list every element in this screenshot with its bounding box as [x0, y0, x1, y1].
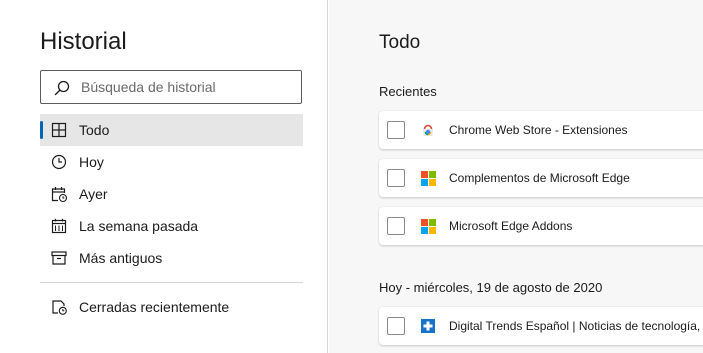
- history-entry[interactable]: Complementos de Microsoft Edge: [379, 159, 703, 197]
- sidebar-item-cerradas-recientemente[interactable]: Cerradas recientemente: [40, 291, 303, 323]
- entry-title: Microsoft Edge Addons: [449, 219, 573, 233]
- entry-checkbox[interactable]: [387, 317, 405, 335]
- history-entry[interactable]: Digital Trends Español | Noticias de tec…: [379, 307, 703, 345]
- clock-icon: [51, 154, 67, 170]
- entry-checkbox[interactable]: [387, 217, 405, 235]
- closed-tabs-icon: [52, 300, 67, 315]
- entry-title: Chrome Web Store - Extensiones: [449, 123, 628, 137]
- microsoft-logo-icon: [421, 171, 436, 186]
- microsoft-logo-icon: [421, 219, 436, 234]
- calendar-icon: [51, 218, 67, 234]
- history-entry[interactable]: Microsoft Edge Addons: [379, 207, 703, 245]
- sidebar-title: Historial: [40, 28, 127, 55]
- history-main: Todo Recientes Chrome Web Store - Extens…: [329, 0, 703, 353]
- entry-title: Digital Trends Español | Noticias de tec…: [449, 319, 701, 333]
- sidebar-item-todo[interactable]: Todo: [40, 114, 303, 146]
- entry-title: Complementos de Microsoft Edge: [449, 171, 630, 185]
- chrome-web-store-icon: [423, 124, 433, 136]
- grid-icon: [51, 122, 67, 138]
- sidebar-recently-closed-group: Cerradas recientemente: [40, 291, 303, 323]
- section-label-hoy: Hoy - miércoles, 19 de agosto de 2020: [379, 280, 603, 295]
- history-sidebar: Historial Todo Hoy: [0, 0, 328, 353]
- digital-trends-icon: [421, 319, 435, 333]
- sidebar-nav: Todo Hoy Ayer La semana pasada Más antig…: [40, 114, 303, 274]
- entry-checkbox[interactable]: [387, 121, 405, 139]
- sidebar-item-ayer[interactable]: Ayer: [40, 178, 303, 210]
- sidebar-item-mas-antiguos[interactable]: Más antiguos: [40, 242, 303, 274]
- search-box[interactable]: [40, 70, 302, 104]
- page-title: Todo: [379, 32, 421, 53]
- sidebar-divider: [40, 282, 303, 283]
- calendar-clock-icon: [51, 187, 68, 203]
- search-input[interactable]: [81, 71, 291, 103]
- sidebar-item-label: Cerradas recientemente: [79, 299, 230, 315]
- sidebar-item-hoy[interactable]: Hoy: [40, 146, 303, 178]
- section-label-recientes: Recientes: [379, 84, 437, 99]
- sidebar-item-label: La semana pasada: [79, 218, 199, 234]
- sidebar-item-label: Ayer: [79, 186, 108, 202]
- sidebar-item-label: Hoy: [79, 154, 104, 170]
- entry-checkbox[interactable]: [387, 169, 405, 187]
- archive-icon: [51, 251, 67, 265]
- sidebar-item-label: Más antiguos: [79, 250, 163, 266]
- sidebar-item-semana-pasada[interactable]: La semana pasada: [40, 210, 303, 242]
- history-entry[interactable]: Chrome Web Store - Extensiones: [379, 111, 703, 149]
- sidebar-item-label: Todo: [79, 122, 110, 138]
- search-icon: [54, 80, 70, 96]
